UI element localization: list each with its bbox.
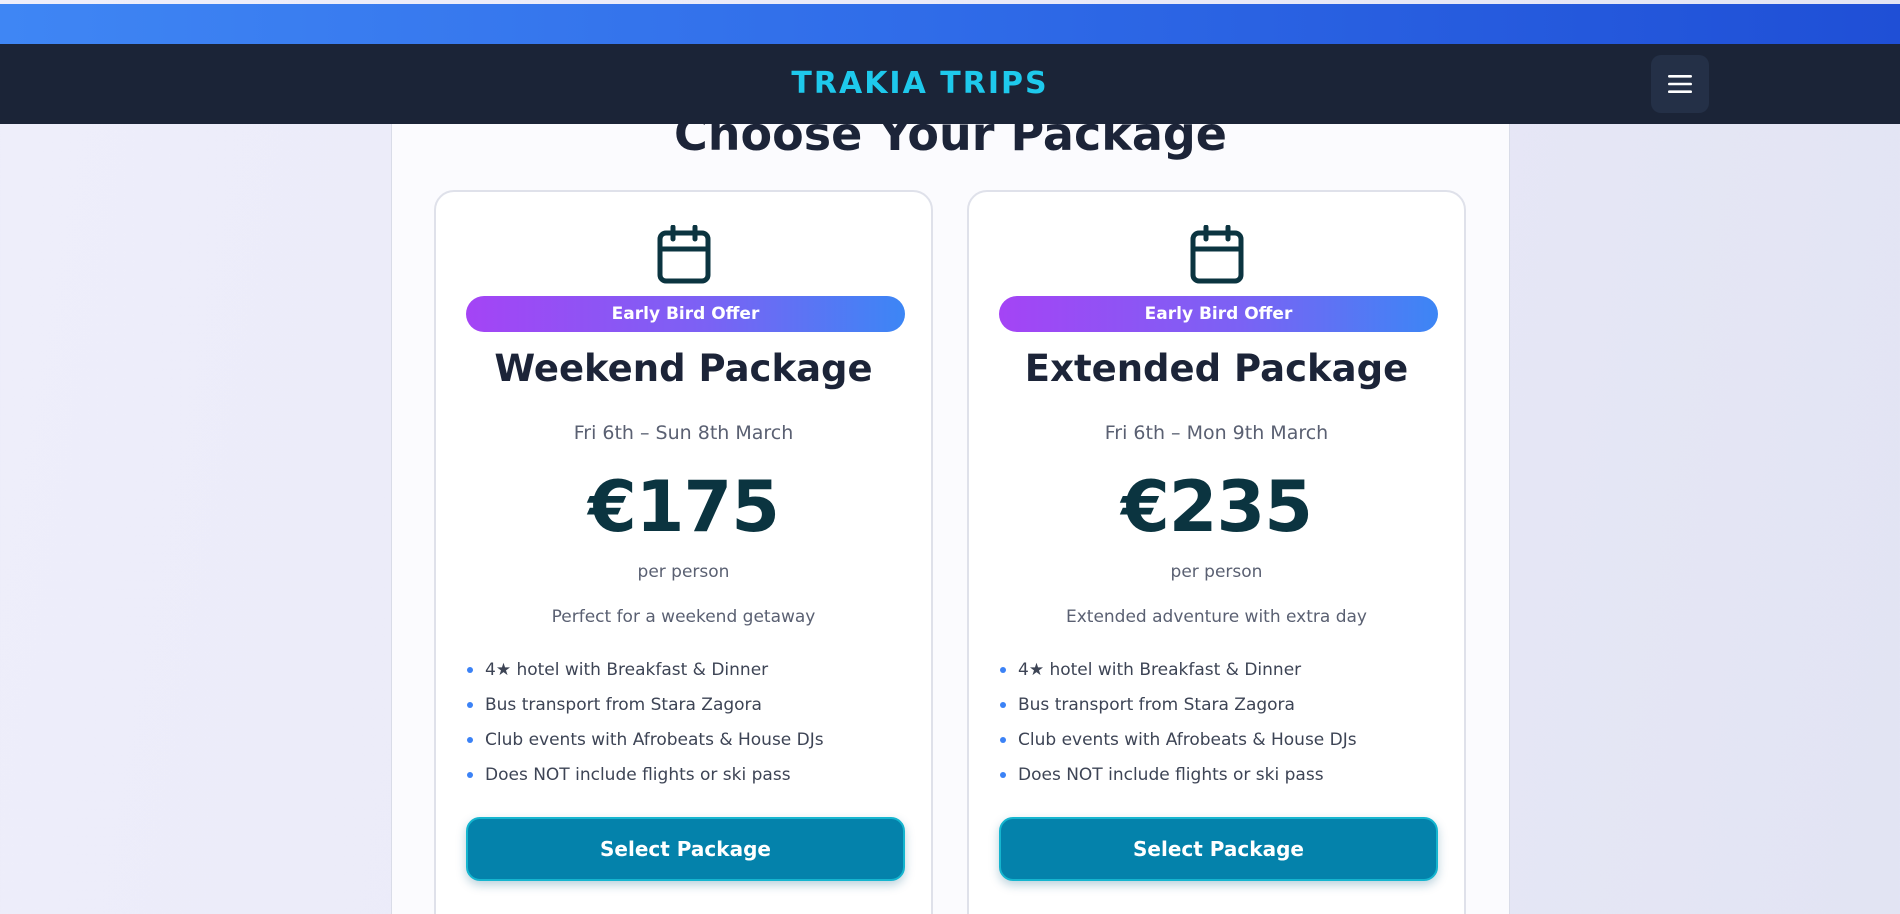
feature-list: 4★ hotel with Breakfast & Dinner Bus tra… [466,658,906,798]
feature-text: 4★ hotel with Breakfast & Dinner [485,660,769,680]
feature-text: 4★ hotel with Breakfast & Dinner [1018,660,1302,680]
feature-text: Club events with Afrobeats & House DJs [485,730,824,750]
feature-item: Bus transport from Stara Zagora [466,693,906,728]
package-dates: Fri 6th – Mon 9th March [1104,422,1329,444]
feature-item: Club events with Afrobeats & House DJs [466,728,906,763]
early-bird-badge: Early Bird Offer [999,296,1438,332]
bullet-dot-icon [1000,737,1006,743]
feature-item: 4★ hotel with Breakfast & Dinner [466,658,906,693]
feature-item: Does NOT include flights or ski pass [466,763,906,798]
bullet-dot-icon [467,772,473,778]
feature-text: Bus transport from Stara Zagora [1018,695,1295,715]
feature-text: Does NOT include flights or ski pass [485,765,791,785]
bullet-dot-icon [1000,702,1006,708]
select-package-button[interactable]: Select Package [466,817,905,881]
package-dates: Fri 6th – Sun 8th March [573,422,794,444]
bullet-dot-icon [467,737,473,743]
early-bird-badge: Early Bird Offer [466,296,905,332]
package-price: €175 [588,466,780,548]
package-title: Extended Package [1024,347,1409,390]
navbar: TRAKIA TRIPS [0,44,1900,124]
package-price: €235 [1121,466,1313,548]
calendar-icon [1189,224,1245,285]
bullet-dot-icon [1000,772,1006,778]
brand-logo[interactable]: TRAKIA TRIPS [0,44,1840,124]
hamburger-menu-icon [1668,74,1692,94]
package-card-weekend: Early Bird Offer Weekend Package Fri 6th… [434,190,933,914]
price-unit: per person [1170,562,1263,582]
feature-item: Does NOT include flights or ski pass [999,763,1439,798]
package-tagline: Extended adventure with extra day [1065,607,1367,627]
feature-list: 4★ hotel with Breakfast & Dinner Bus tra… [999,658,1439,798]
feature-item: Club events with Afrobeats & House DJs [999,728,1439,763]
packages-section: Choose Your Package Early Bird Offer Wee… [391,105,1510,914]
package-tagline: Perfect for a weekend getaway [551,607,816,627]
package-title: Weekend Package [494,347,873,390]
feature-item: 4★ hotel with Breakfast & Dinner [999,658,1439,693]
feature-text: Bus transport from Stara Zagora [485,695,762,715]
bullet-dot-icon [467,667,473,673]
bullet-dot-icon [1000,667,1006,673]
select-package-button[interactable]: Select Package [999,817,1438,881]
calendar-icon [656,224,712,285]
top-gradient-bar [0,4,1900,44]
feature-item: Bus transport from Stara Zagora [999,693,1439,728]
package-card-extended: Early Bird Offer Extended Package Fri 6t… [967,190,1466,914]
menu-button[interactable] [1651,55,1709,113]
feature-text: Does NOT include flights or ski pass [1018,765,1324,785]
feature-text: Club events with Afrobeats & House DJs [1018,730,1357,750]
bullet-dot-icon [467,702,473,708]
price-unit: per person [637,562,730,582]
